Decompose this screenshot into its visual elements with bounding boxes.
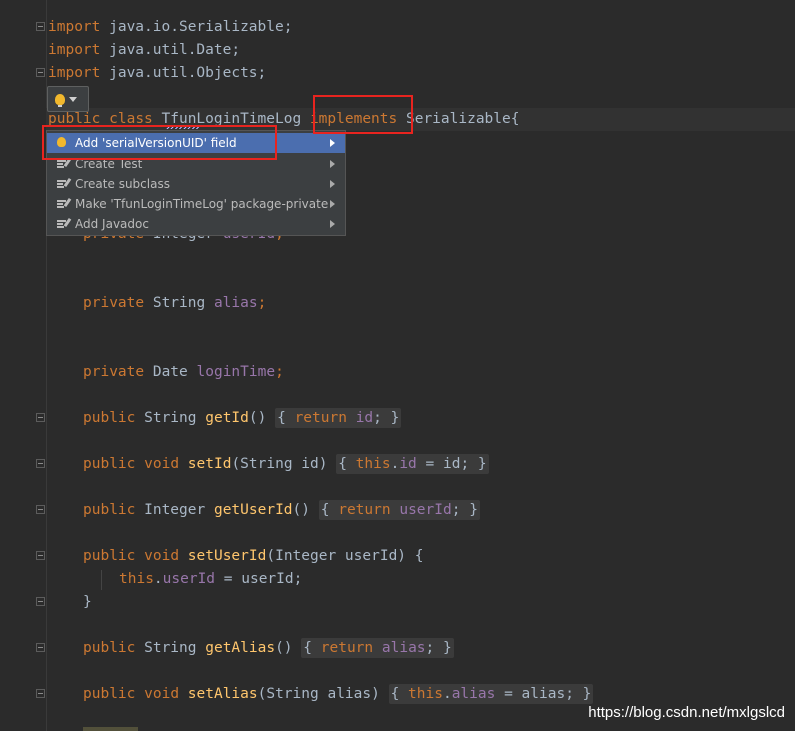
- bulb-icon: [55, 93, 65, 107]
- code-line-setid[interactable]: public void setId(String id) { this.id =…: [83, 454, 489, 474]
- code-line-getid[interactable]: public String getId() { return id; }: [83, 408, 402, 428]
- code-line-getalias[interactable]: public String getAlias() { return alias;…: [83, 638, 454, 658]
- fold-setalias-icon[interactable]: [36, 689, 45, 698]
- indent-guide: [101, 570, 102, 590]
- fold-setid-icon[interactable]: [36, 459, 45, 468]
- submenu-arrow-icon: [330, 200, 335, 208]
- popup-item-add-javadoc[interactable]: Add Javadoc: [47, 214, 345, 234]
- submenu-arrow-icon: [330, 160, 335, 168]
- code-line-setalias[interactable]: public void setAlias(String alias) { thi…: [83, 684, 594, 704]
- code-line-setuserid-body[interactable]: this.userId = userId;: [119, 569, 302, 589]
- folded-body[interactable]: { return id; }: [275, 408, 402, 428]
- folded-body[interactable]: { return alias; }: [301, 638, 454, 658]
- fold-getid-icon[interactable]: [36, 413, 45, 422]
- popup-item-make-package-private[interactable]: Make 'TfunLoginTimeLog' package-private: [47, 194, 345, 214]
- editor-gutter: [0, 0, 46, 731]
- code-line-getuserid[interactable]: public Integer getUserId() { return user…: [83, 500, 480, 520]
- watermark: https://blog.csdn.net/mxlgslcd: [588, 704, 785, 721]
- fold-imports-end-icon[interactable]: [36, 68, 45, 77]
- annotation-box-add-serialversionuid: [42, 125, 277, 160]
- code-line-close-brace[interactable]: }: [83, 592, 92, 612]
- code-line-field-logintime[interactable]: private Date loginTime;: [83, 362, 284, 382]
- annotation-box-implements: [313, 95, 413, 134]
- fold-getuserid-icon[interactable]: [36, 505, 45, 514]
- submenu-arrow-icon: [330, 139, 335, 147]
- fold-setuserid-end-icon[interactable]: [36, 597, 45, 606]
- code-line-import-serializable[interactable]: import java.io.Serializable;: [48, 17, 292, 37]
- intention-actions-button[interactable]: [47, 86, 89, 112]
- folded-body[interactable]: { return userId; }: [318, 500, 480, 520]
- fold-setuserid-icon[interactable]: [36, 551, 45, 560]
- fold-imports-icon[interactable]: [36, 22, 45, 31]
- chevron-down-icon: [69, 96, 77, 102]
- edit-fix-icon: [57, 177, 72, 190]
- code-line-import-objects[interactable]: import java.util.Objects;: [48, 63, 266, 83]
- edit-fix-icon: [57, 217, 72, 230]
- code-line-import-date[interactable]: import java.util.Date;: [48, 40, 240, 60]
- code-line-field-alias[interactable]: private String alias;: [83, 293, 266, 313]
- code-line-setuserid[interactable]: public void setUserId(Integer userId) {: [83, 546, 424, 566]
- folded-body[interactable]: { this.alias = alias; }: [388, 684, 594, 704]
- edit-fix-icon: [57, 197, 72, 210]
- fold-getalias-icon[interactable]: [36, 643, 45, 652]
- folded-body[interactable]: { this.id = id; }: [336, 454, 489, 474]
- highlighted-fragment: [83, 727, 138, 731]
- submenu-arrow-icon: [330, 180, 335, 188]
- submenu-arrow-icon: [330, 220, 335, 228]
- popup-item-create-subclass[interactable]: Create subclass: [47, 174, 345, 194]
